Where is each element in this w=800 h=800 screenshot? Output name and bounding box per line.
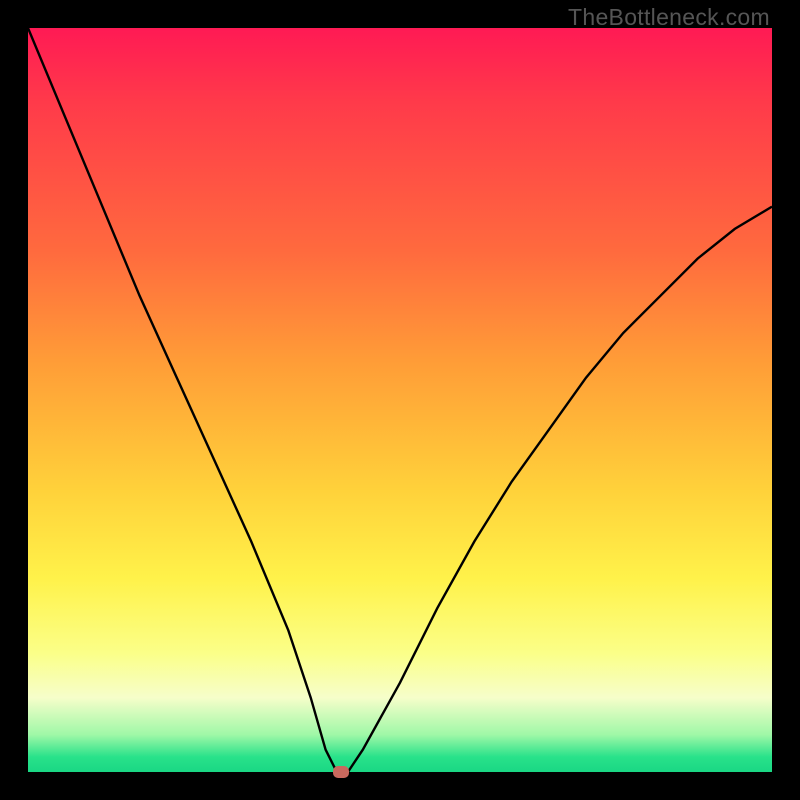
watermark-label: TheBottleneck.com — [568, 4, 770, 31]
plot-area — [28, 28, 772, 772]
minimum-marker — [333, 766, 349, 778]
chart-frame: TheBottleneck.com — [0, 0, 800, 800]
bottleneck-curve — [28, 28, 772, 772]
curve-path — [28, 28, 772, 772]
